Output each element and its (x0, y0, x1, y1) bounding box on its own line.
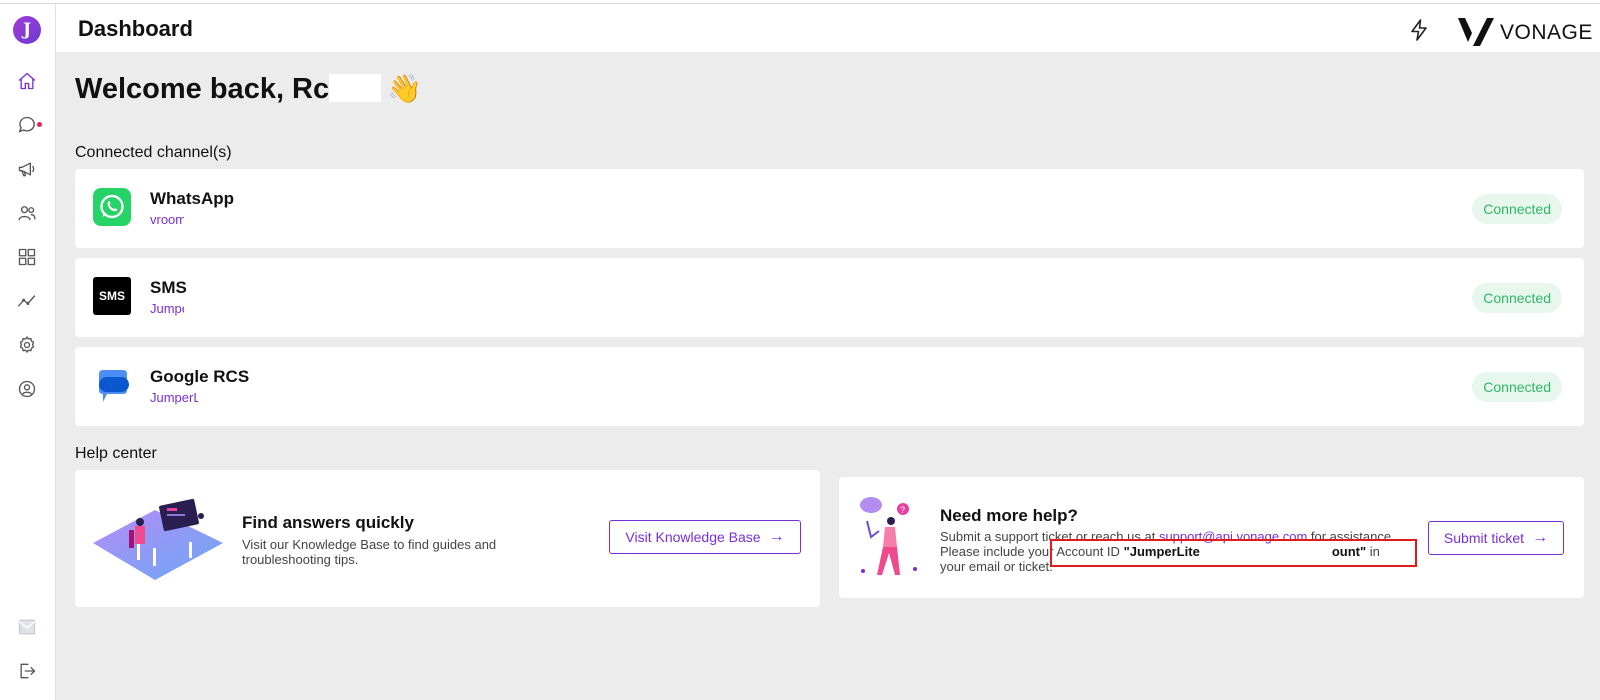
app-logo[interactable]: J (13, 16, 41, 44)
status-badge: Connected (1472, 372, 1562, 402)
support-illustration: ? (857, 491, 921, 583)
wave-emoji: 👋 (387, 73, 423, 104)
brand-name: VONAGE (1500, 21, 1593, 44)
sms-icon: SMS (93, 277, 131, 315)
highlight-annotation-box (1050, 539, 1417, 567)
channels-section-label: Connected channel(s) (75, 144, 232, 161)
knowledge-illustration (93, 488, 223, 588)
submit-ticket-button[interactable]: Submit ticket → (1428, 521, 1564, 555)
rcs-icon (93, 366, 131, 404)
channel-account: vroom (150, 212, 184, 227)
channel-account: JumperL (150, 390, 198, 405)
home-icon[interactable] (16, 70, 38, 92)
svg-text:?: ? (900, 505, 905, 515)
channel-name: Google RCS (150, 367, 250, 386)
logo-letter: J (22, 19, 32, 40)
welcome-text: Welcome back, Rc (75, 73, 330, 105)
welcome-heading: Welcome back, Rc 👋 (75, 72, 422, 106)
support-card: ? Need more help? Submit a support ticke… (839, 477, 1584, 598)
whatsapp-icon (93, 188, 131, 226)
redaction-mask (329, 74, 382, 102)
knowledge-text-line: Visit our Knowledge Base to find guides … (242, 537, 497, 552)
notification-dot (37, 122, 42, 127)
channel-card-sms[interactable]: SMS SMS Jumpe Connected (75, 258, 1584, 337)
channel-account: Jumpe (150, 301, 184, 316)
bolt-icon[interactable] (1407, 18, 1431, 42)
trend-icon[interactable] (16, 290, 38, 312)
mail-icon[interactable] (16, 616, 38, 638)
vonage-logo-icon (1458, 16, 1494, 46)
knowledge-text-line: troubleshooting tips. (242, 552, 359, 567)
gear-icon[interactable] (16, 334, 38, 356)
knowledge-title: Find answers quickly (242, 513, 414, 532)
users-icon[interactable] (16, 202, 38, 224)
knowledge-card: Find answers quickly Visit our Knowledge… (75, 470, 820, 607)
page-title: Dashboard (78, 16, 193, 41)
status-badge: Connected (1472, 283, 1562, 313)
help-section-label: Help center (75, 445, 157, 462)
user-circle-icon[interactable] (16, 378, 38, 400)
arrow-right-icon: → (768, 528, 785, 545)
channel-name: SMS (150, 278, 187, 297)
status-badge: Connected (1472, 194, 1562, 224)
megaphone-icon[interactable] (16, 158, 38, 180)
arrow-right-icon: → (1532, 529, 1549, 546)
button-label: Submit ticket (1443, 530, 1525, 546)
top-header: Dashboard VONAGE (56, 4, 1600, 52)
channel-name: WhatsApp (150, 189, 235, 208)
chat-icon[interactable] (16, 114, 42, 136)
channel-card-rcs[interactable]: Google RCS JumperL Connected (75, 347, 1584, 426)
knowledge-description: Visit our Knowledge Base to find guides … (242, 537, 496, 567)
button-label: Visit Knowledge Base (625, 529, 761, 545)
visit-knowledge-base-button[interactable]: Visit Knowledge Base → (609, 520, 801, 554)
logout-icon[interactable] (16, 660, 38, 682)
channel-card-whatsapp[interactable]: WhatsApp vroom Connected (75, 169, 1584, 248)
support-title: Need more help? (940, 506, 1078, 525)
grid-icon[interactable] (16, 246, 38, 268)
sidebar: J (0, 4, 56, 700)
